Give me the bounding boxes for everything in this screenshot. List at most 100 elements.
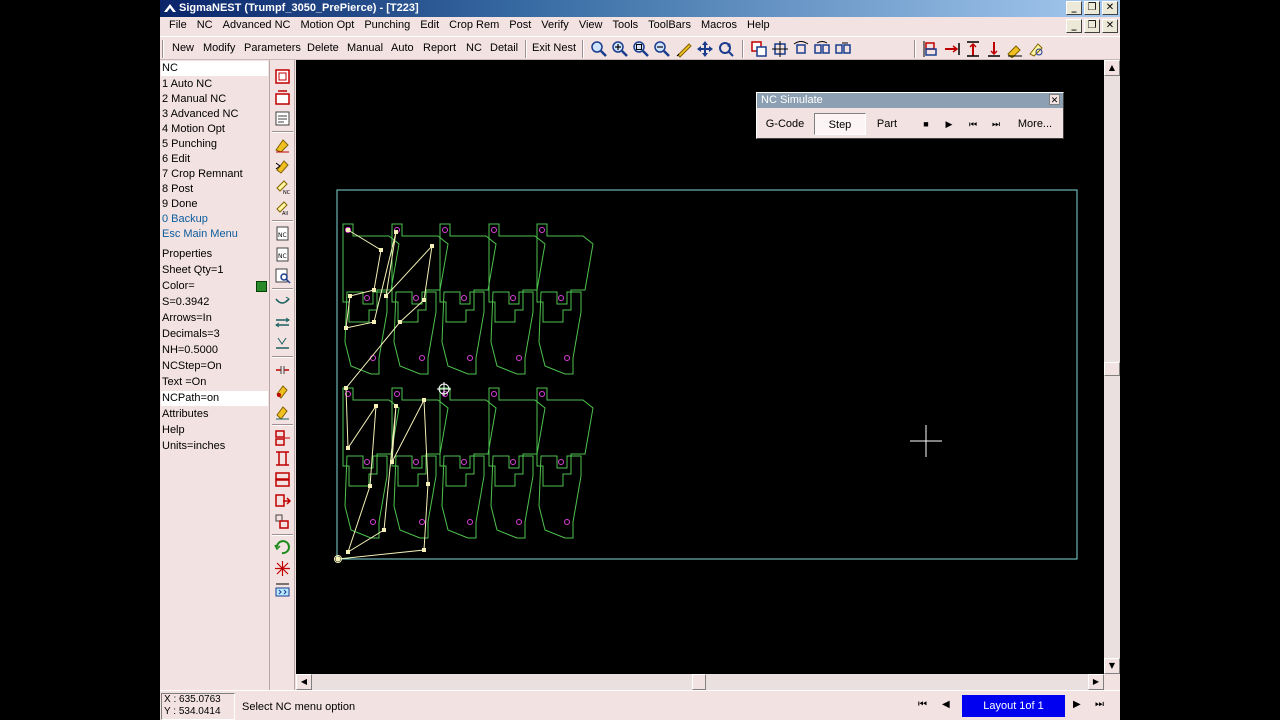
zoom-window-icon[interactable] [632,40,650,58]
refresh-icon[interactable] [717,40,735,58]
modify-button[interactable]: Modify [203,42,235,54]
tab-icon[interactable] [274,403,291,420]
menu-macros[interactable]: Macros [696,19,742,31]
auto-button[interactable]: Auto [391,42,414,54]
chain-cut-icon[interactable] [274,450,291,467]
gcode-button[interactable]: G-Code [761,113,809,135]
step-back-button[interactable]: ⏮ [964,113,982,135]
horizontal-scrollbar[interactable]: ◀ ▶ [296,674,1104,690]
align-right-icon[interactable] [943,40,961,58]
destruct-icon[interactable] [274,492,291,509]
cut-direction-icon[interactable] [274,293,291,310]
manual-button[interactable]: Manual [347,42,383,54]
stop-button[interactable]: ■ [917,113,935,135]
manual-nc-icon[interactable] [274,89,291,106]
menu-toolbars[interactable]: ToolBars [643,19,696,31]
align-left-icon[interactable] [922,40,940,58]
mirror-part-icon[interactable] [813,40,831,58]
menu-view[interactable]: View [574,19,608,31]
rotate-part-icon[interactable] [792,40,810,58]
bump-icon[interactable] [1027,40,1045,58]
align-top-icon[interactable] [964,40,982,58]
nest-canvas[interactable] [296,60,1104,674]
prop-ncstep[interactable]: NCStep=On [161,359,268,374]
cmd-backup[interactable]: 0 Backup [161,212,268,227]
menu-post[interactable]: Post [504,19,536,31]
prop-s[interactable]: S=0.3942 [161,295,268,310]
menu-edit[interactable]: Edit [415,19,444,31]
step-button[interactable]: Step [814,113,866,135]
nc-report-icon[interactable]: NC [274,225,291,242]
layout-prev-button[interactable]: ◀ [942,699,950,710]
prop-decimals[interactable]: Decimals=3 [161,327,268,342]
array-part-icon[interactable] [834,40,852,58]
part-copy-icon[interactable] [750,40,768,58]
cmd-crop-remnant[interactable]: 7 Crop Remnant [161,167,268,182]
pierce-icon[interactable] [274,560,291,577]
prop-ncpath[interactable]: NCPath=on [161,391,268,406]
nc-button[interactable]: NC [466,42,482,54]
menu-advanced-nc[interactable]: Advanced NC [218,19,296,31]
minimize-button[interactable]: _ [1066,1,1082,15]
prop-nh[interactable]: NH=0.5000 [161,343,268,358]
fill-icon[interactable] [1006,40,1024,58]
layout-first-button[interactable]: ⏮ [918,699,927,710]
menu-tools[interactable]: Tools [607,19,643,31]
prop-units[interactable]: Units=inches [161,439,268,454]
step-forward-button[interactable]: ⏭ [987,113,1005,135]
pan-icon[interactable] [696,40,714,58]
child-close-button[interactable]: ✕ [1102,19,1118,33]
scroll-down-button[interactable]: ▼ [1104,658,1120,674]
nc-simulate-close-button[interactable]: ✕ [1049,94,1060,105]
child-minimize-button[interactable]: _ [1066,19,1082,33]
align-bottom-icon[interactable] [985,40,1003,58]
layout-next-button[interactable]: ▶ [1073,699,1081,710]
zoom-icon[interactable] [590,40,608,58]
all-pen-icon[interactable]: All [274,199,291,216]
report-button[interactable]: Report [423,42,456,54]
menu-verify[interactable]: Verify [536,19,574,31]
remnant-cut-icon[interactable] [274,513,291,530]
move-part-icon[interactable] [771,40,789,58]
cmd-advanced-nc[interactable]: 3 Advanced NC [161,107,268,122]
vertical-scrollbar[interactable]: ▲ ▼ [1104,60,1120,674]
bridge-icon[interactable] [274,361,291,378]
cmd-manual-nc[interactable]: 2 Manual NC [161,92,268,107]
menu-help[interactable]: Help [742,19,775,31]
layout-tab[interactable]: Layout 1of 1 [962,695,1065,717]
zoom-in-icon[interactable] [611,40,629,58]
auto-nc-icon[interactable] [274,68,291,85]
prop-sheet-qty[interactable]: Sheet Qty=1 [161,263,268,278]
micro-joint-icon[interactable] [274,382,291,399]
layout-last-button[interactable]: ⏭ [1095,699,1104,710]
prop-color[interactable]: Color= [161,279,268,294]
child-restore-button[interactable]: ❐ [1084,19,1100,33]
new-button[interactable]: New [172,42,194,54]
prop-attributes[interactable]: Attributes [161,407,268,422]
nc-pen-icon[interactable]: NC [274,178,291,195]
close-button[interactable]: ✕ [1102,1,1118,15]
menu-crop-rem[interactable]: Crop Rem [444,19,504,31]
nc-settings-icon[interactable] [274,110,291,127]
detail-button[interactable]: Detail [490,42,518,54]
measure-icon[interactable] [675,40,693,58]
cmd-edit[interactable]: 6 Edit [161,152,268,167]
prop-arrows[interactable]: Arrows=In [161,311,268,326]
sheet-color-swatch[interactable] [256,281,267,292]
menu-punching[interactable]: Punching [359,19,415,31]
exit-nest-button[interactable]: Exit Nest [532,42,576,54]
rapid-path-icon[interactable] [274,539,291,556]
lead-in-icon[interactable] [274,136,291,153]
scroll-up-button[interactable]: ▲ [1104,60,1120,76]
nc-search-icon[interactable] [274,267,291,284]
cmd-post[interactable]: 8 Post [161,182,268,197]
cmd-punching[interactable]: 5 Punching [161,137,268,152]
prop-help[interactable]: Help [161,423,268,438]
play-button[interactable]: ▶ [940,113,958,135]
zoom-out-icon[interactable] [653,40,671,58]
common-cut-icon[interactable] [274,429,291,446]
cmd-main-menu[interactable]: Esc Main Menu [161,227,268,242]
more-button[interactable]: More... [1011,113,1059,135]
cmd-done[interactable]: 9 Done [161,197,268,212]
parameters-button[interactable]: Parameters [244,42,301,54]
